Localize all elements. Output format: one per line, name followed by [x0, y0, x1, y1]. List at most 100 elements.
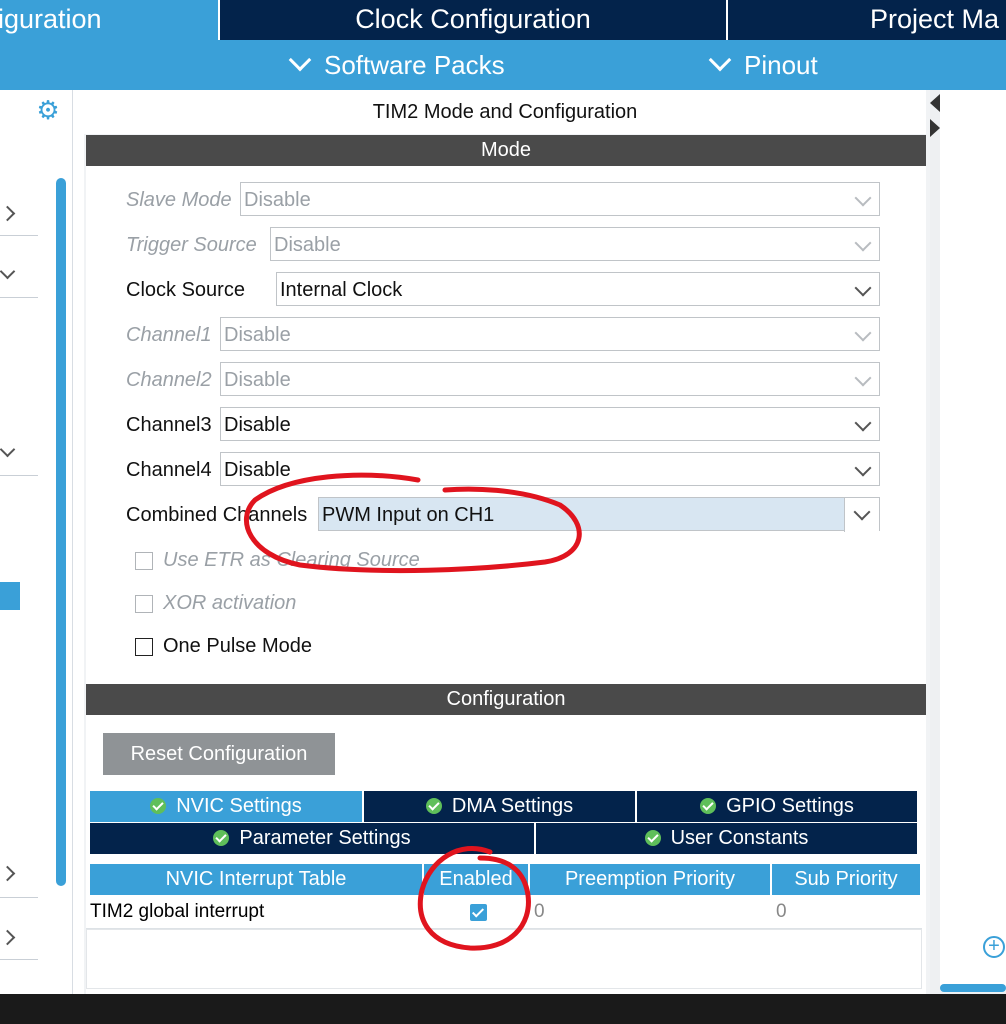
- tree-divider: [0, 896, 38, 898]
- chevron-down-icon: [854, 459, 872, 477]
- pinout-label: Pinout: [744, 50, 818, 80]
- tree-divider: [0, 474, 38, 476]
- tab-parameter-settings-label: Parameter Settings: [239, 827, 411, 849]
- slave-mode-select[interactable]: Disable: [240, 182, 880, 216]
- channel3-select[interactable]: Disable: [220, 407, 880, 441]
- gear-icon[interactable]: ⚙: [34, 96, 62, 124]
- channel1-select[interactable]: Disable: [220, 317, 880, 351]
- tab-dma-settings[interactable]: DMA Settings: [364, 791, 637, 822]
- chevron-right-icon[interactable]: [0, 929, 16, 946]
- top-tab-bar: iguration Clock Configuration Project Ma: [0, 0, 1006, 40]
- channel3-label: Channel3: [126, 414, 212, 436]
- pinout-view-panel: [940, 90, 1006, 988]
- combined-channels-select[interactable]: PWM Input on CH1: [318, 497, 880, 532]
- check-circle-icon: [213, 830, 230, 846]
- clock-source-label: Clock Source: [126, 279, 245, 301]
- tim2-config-panel: TIM2 Mode and Configuration Mode Slave M…: [84, 90, 930, 994]
- col-sub-priority[interactable]: Sub Priority: [772, 864, 920, 895]
- bottom-strip: [0, 994, 1006, 1024]
- tab-user-constants[interactable]: User Constants: [536, 823, 917, 854]
- clock-source-select[interactable]: Internal Clock: [276, 272, 880, 306]
- check-circle-icon: [700, 798, 717, 814]
- channel2-label: Channel2: [126, 369, 212, 391]
- chevron-down-icon: [854, 234, 872, 252]
- check-circle-icon: [150, 798, 167, 814]
- tab-project-manager-label: Project Ma: [870, 4, 1000, 34]
- table-row[interactable]: TIM2 global interrupt 0 0: [86, 896, 922, 929]
- chevron-down-icon[interactable]: [0, 263, 16, 280]
- use-etr-label: Use ETR as Clearing Source: [163, 549, 420, 571]
- tab-nvic-settings-label: NVIC Settings: [176, 795, 302, 817]
- configuration-header: Configuration: [86, 684, 926, 715]
- tab-clock-configuration-label: Clock Configuration: [355, 4, 591, 34]
- tab-pinout-configuration[interactable]: iguration: [0, 0, 218, 40]
- software-packs-label: Software Packs: [324, 50, 505, 80]
- chevron-down-icon: [854, 369, 872, 387]
- enabled-checkbox[interactable]: [470, 904, 487, 921]
- col-enabled[interactable]: Enabled: [424, 864, 528, 895]
- reset-configuration-button[interactable]: Reset Configuration: [103, 733, 335, 775]
- one-pulse-mode-box[interactable]: [135, 638, 153, 656]
- sidebar-scrollbar[interactable]: [56, 178, 66, 886]
- mode-header: Mode: [86, 135, 926, 166]
- categories-sidebar: ⚙: [0, 90, 73, 994]
- channel4-label: Channel4: [126, 459, 212, 481]
- chevron-down-icon[interactable]: [844, 498, 879, 532]
- channel3-value: Disable: [224, 414, 291, 436]
- xor-activation-box[interactable]: [135, 595, 153, 613]
- slave-mode-value: Disable: [244, 189, 311, 211]
- check-circle-icon: [644, 830, 661, 846]
- collapse-left-icon[interactable]: [930, 94, 940, 112]
- chevron-down-icon: [854, 324, 872, 342]
- tab-project-manager[interactable]: Project Ma: [728, 0, 1006, 40]
- col-nvic-interrupt-table[interactable]: NVIC Interrupt Table: [90, 864, 422, 895]
- tab-pinout-configuration-label: iguration: [0, 4, 102, 34]
- chevron-down-icon: [854, 279, 872, 297]
- mode-section: Slave Mode Disable Trigger Source Disabl…: [86, 166, 926, 760]
- combined-channels-label: Combined Channels: [126, 504, 308, 526]
- chevron-right-icon[interactable]: [0, 865, 16, 882]
- sub-priority-cell[interactable]: 0: [776, 896, 787, 928]
- tab-gpio-settings-label: GPIO Settings: [726, 795, 854, 817]
- slave-mode-label: Slave Mode: [126, 189, 232, 211]
- expand-right-icon[interactable]: [930, 119, 940, 137]
- panel-title: TIM2 Mode and Configuration: [84, 90, 926, 134]
- chevron-down-icon: [708, 48, 732, 72]
- tab-clock-configuration[interactable]: Clock Configuration: [220, 0, 726, 40]
- software-packs-menu[interactable]: Software Packs: [288, 40, 505, 90]
- chevron-right-icon[interactable]: [0, 205, 16, 222]
- tree-divider: [0, 296, 38, 298]
- tab-gpio-settings[interactable]: GPIO Settings: [637, 791, 917, 822]
- combined-channels-value: PWM Input on CH1: [322, 504, 495, 526]
- channel4-value: Disable: [224, 459, 291, 481]
- tab-nvic-settings[interactable]: NVIC Settings: [90, 791, 364, 822]
- channel4-select[interactable]: Disable: [220, 452, 880, 486]
- one-pulse-mode-label: One Pulse Mode: [163, 635, 312, 657]
- trigger-source-select[interactable]: Disable: [270, 227, 880, 261]
- check-circle-icon: [425, 798, 442, 814]
- channel2-select[interactable]: Disable: [220, 362, 880, 396]
- tree-selected-item[interactable]: [0, 582, 20, 610]
- interrupt-name-cell: TIM2 global interrupt: [90, 901, 265, 922]
- zoom-in-icon[interactable]: +: [983, 936, 1005, 958]
- xor-activation-label: XOR activation: [163, 592, 297, 614]
- channel1-label: Channel1: [126, 324, 212, 346]
- preemption-priority-cell[interactable]: 0: [534, 896, 545, 928]
- table-empty-area: [86, 929, 922, 989]
- tab-user-constants-label: User Constants: [670, 827, 809, 849]
- tree-divider: [0, 234, 38, 236]
- chevron-down-icon: [854, 414, 872, 432]
- sub-menu-bar: Software Packs Pinout: [0, 40, 1006, 90]
- channel2-value: Disable: [224, 369, 291, 391]
- chevron-down-icon: [854, 189, 872, 207]
- pinout-scrollbar[interactable]: [940, 984, 1006, 992]
- chevron-down-icon[interactable]: [0, 441, 16, 458]
- channel1-value: Disable: [224, 324, 291, 346]
- tab-parameter-settings[interactable]: Parameter Settings: [90, 823, 536, 854]
- trigger-source-value: Disable: [274, 234, 341, 256]
- use-etr-box[interactable]: [135, 552, 153, 570]
- chevron-down-icon: [288, 48, 312, 72]
- clock-source-value: Internal Clock: [280, 279, 403, 301]
- col-preemption-priority[interactable]: Preemption Priority: [530, 864, 770, 895]
- pinout-menu[interactable]: Pinout: [708, 40, 818, 90]
